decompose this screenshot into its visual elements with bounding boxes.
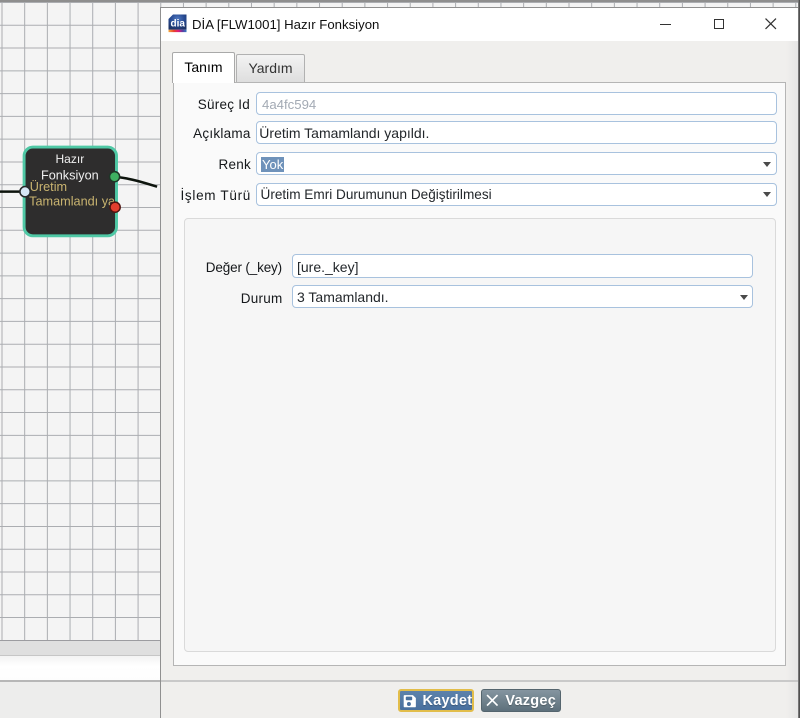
svg-text:Tamamlandı yapıldı.: Tamamlandı yapıldı. bbox=[29, 195, 142, 209]
svg-text:Hazır: Hazır bbox=[56, 152, 85, 166]
svg-text:Üretim: Üretim bbox=[30, 180, 67, 194]
svg-text:dia: dia bbox=[170, 19, 185, 30]
